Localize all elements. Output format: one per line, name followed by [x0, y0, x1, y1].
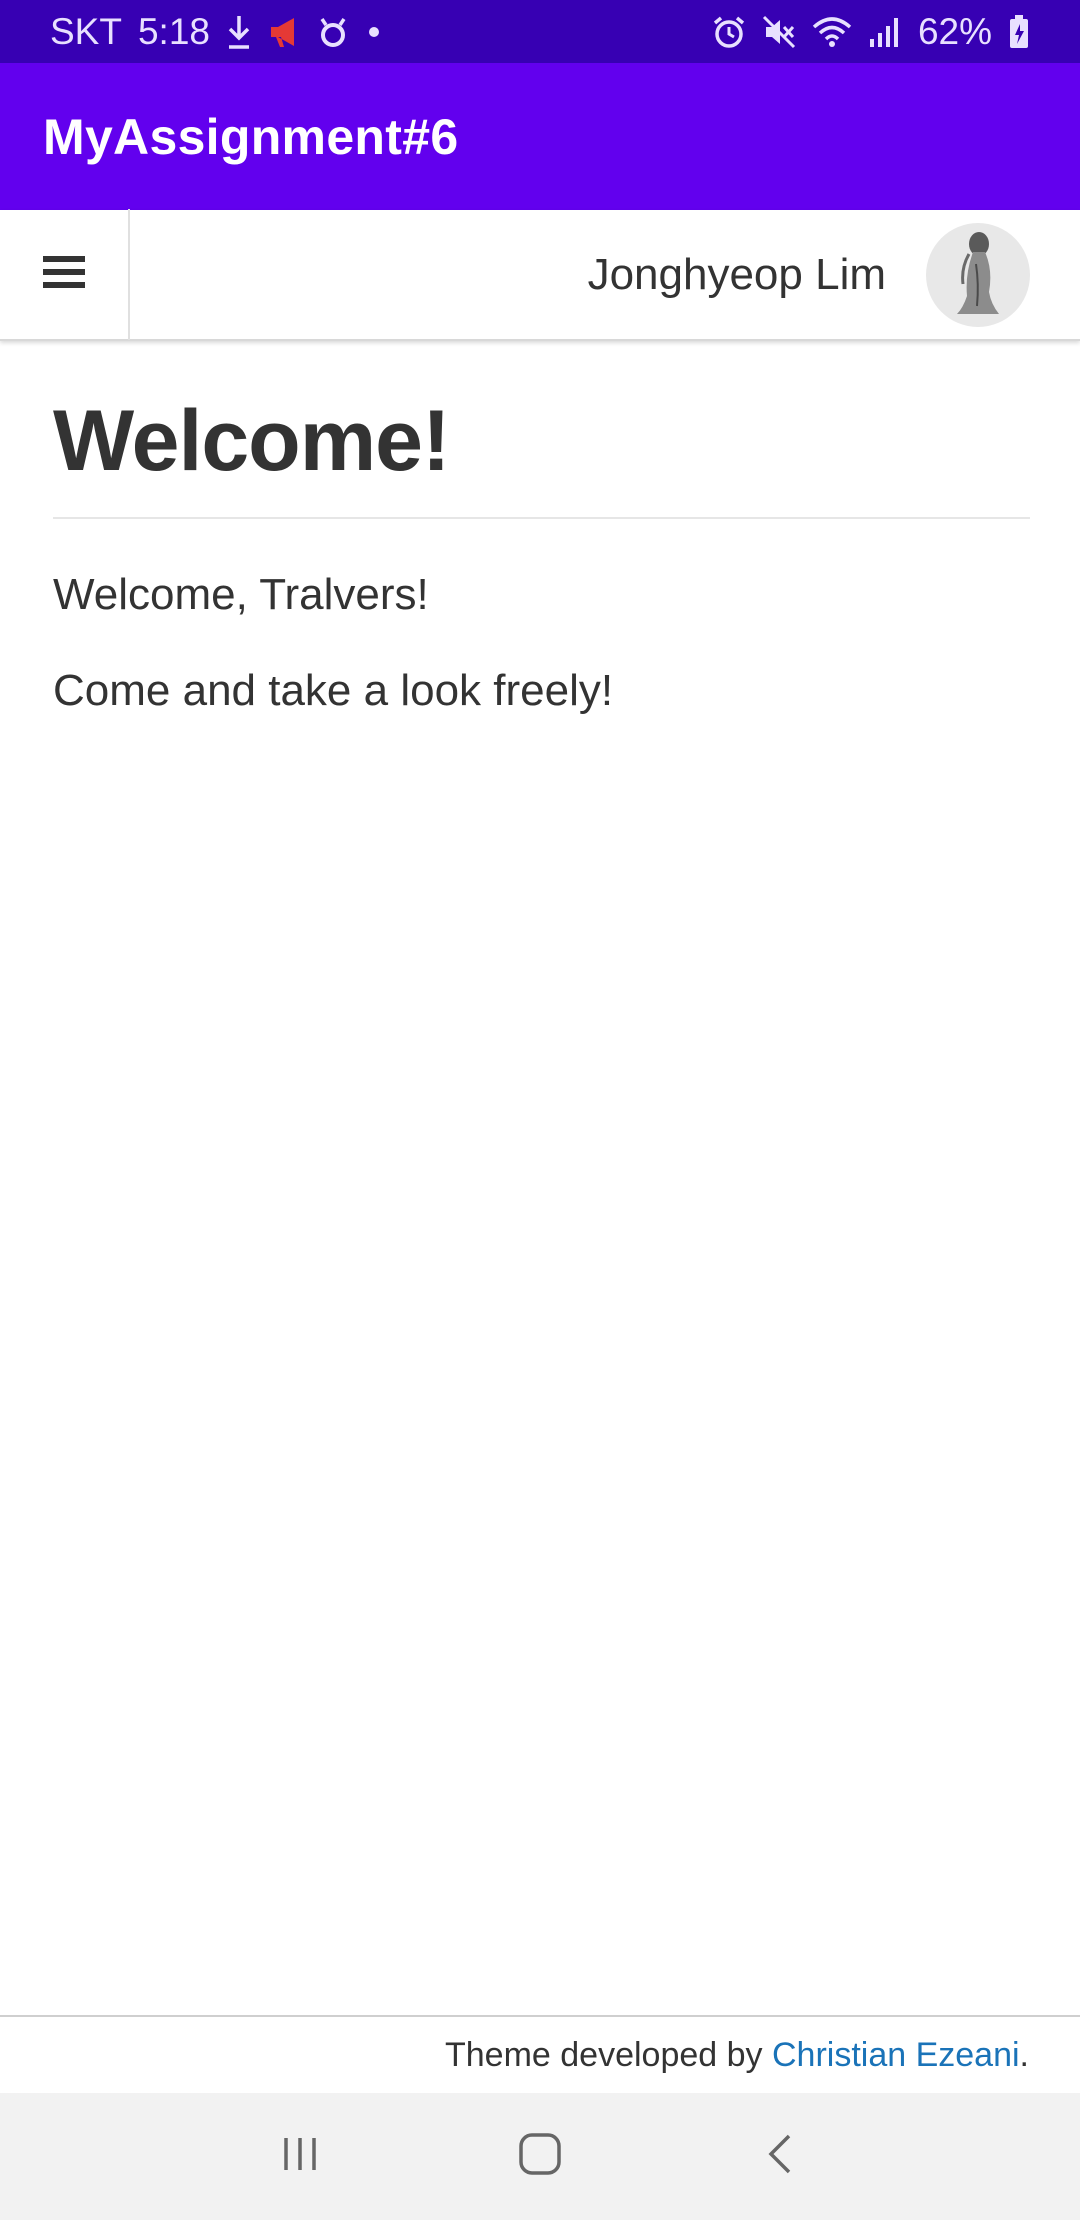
- wifi-icon: [812, 15, 852, 49]
- status-bar-left: SKT 5:18: [50, 11, 384, 53]
- recents-button[interactable]: [250, 2107, 350, 2207]
- app-title: MyAssignment#6: [43, 108, 459, 165]
- screen: SKT 5:18 62% MyAssignment#6 Jonghyeop Li…: [0, 0, 1080, 2220]
- footer-suffix: .: [1019, 2035, 1029, 2074]
- alarm-icon: [712, 15, 746, 49]
- main-content: Welcome! Welcome, Tralvers! Come and tak…: [53, 341, 1030, 717]
- avatar-figure-icon: [943, 224, 1013, 325]
- megaphone-icon: [268, 15, 302, 49]
- hamburger-menu-icon: [43, 254, 85, 295]
- site-navbar: Jonghyeop Lim: [0, 209, 1080, 341]
- ring-icon: [318, 15, 348, 49]
- recents-icon: [280, 2134, 320, 2179]
- app-bar: MyAssignment#6: [0, 63, 1080, 210]
- signal-icon: [868, 15, 902, 49]
- download-icon: [226, 14, 252, 50]
- invite-paragraph: Come and take a look freely!: [53, 666, 614, 715]
- carrier-label: SKT: [50, 10, 122, 52]
- back-icon: [765, 2132, 795, 2181]
- dot-icon: [364, 22, 384, 42]
- battery-percent: 62%: [917, 10, 992, 52]
- menu-button[interactable]: [0, 209, 130, 340]
- system-nav-bar: [0, 2093, 1080, 2220]
- footer-prefix: Theme developed by: [445, 2035, 772, 2074]
- footer: Theme developed by Christian Ezeani .: [0, 2015, 1080, 2093]
- battery-icon: [1008, 14, 1030, 50]
- page-title: Welcome!: [53, 393, 451, 489]
- mute-icon: [762, 15, 796, 49]
- welcome-paragraph: Welcome, Tralvers!: [53, 570, 429, 619]
- back-button[interactable]: [730, 2107, 830, 2207]
- status-bar-right: 62%: [712, 11, 1030, 53]
- user-name[interactable]: Jonghyeop Lim: [588, 250, 886, 300]
- author-link[interactable]: Christian Ezeani: [772, 2036, 1020, 2075]
- clock: 5:18: [137, 10, 210, 52]
- status-bar: SKT 5:18 62%: [0, 0, 1080, 63]
- title-divider: [53, 517, 1030, 519]
- home-icon: [518, 2132, 562, 2181]
- home-button[interactable]: [490, 2107, 590, 2207]
- avatar[interactable]: [926, 222, 1030, 327]
